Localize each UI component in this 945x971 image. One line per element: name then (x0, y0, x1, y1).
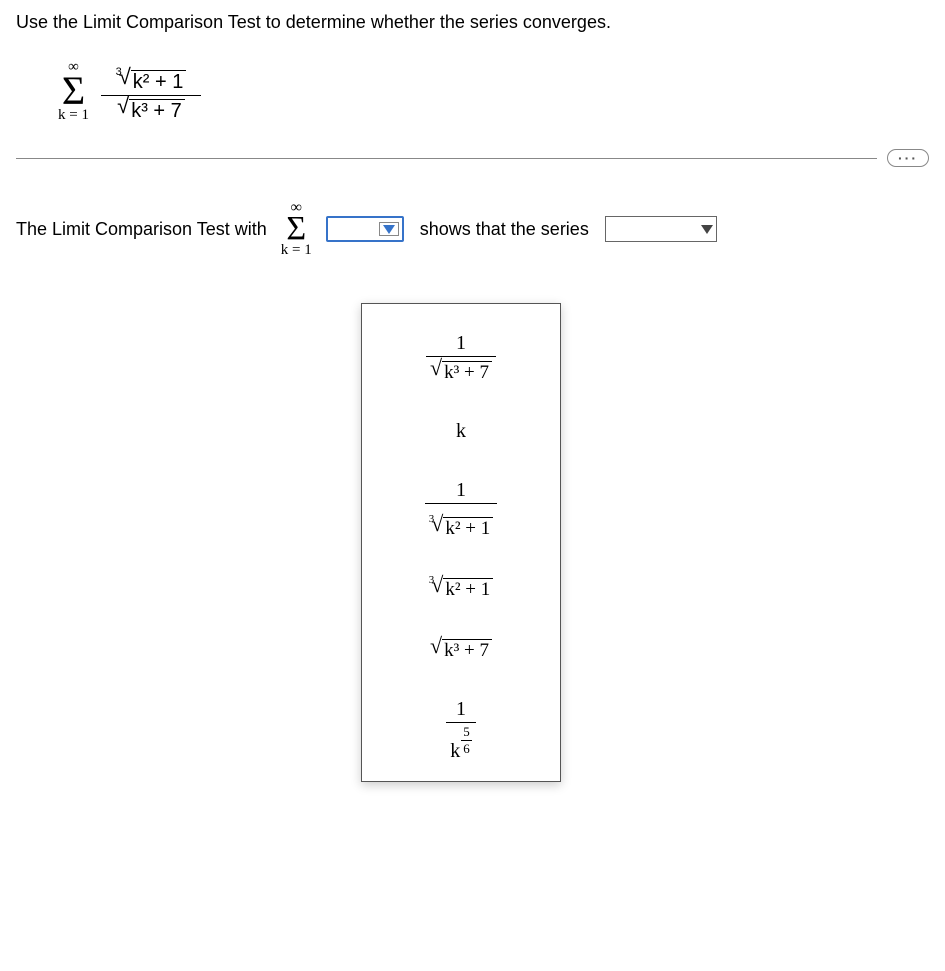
option-cbrt-k2plus1[interactable]: 3√k² + 1 (429, 576, 494, 601)
answer-prefix: The Limit Comparison Test with (16, 219, 267, 240)
option-sqrt-k3plus7[interactable]: √k³ + 7 (430, 637, 492, 662)
series-term: 3√k² + 1 √k³ + 7 (101, 59, 201, 123)
numerator-cube-root: 3√k² + 1 (116, 68, 187, 94)
comparison-series-select[interactable] (326, 216, 404, 242)
section-divider: ··· (16, 149, 929, 167)
given-series: ∞ Σ k = 1 3√k² + 1 √k³ + 7 (16, 51, 929, 149)
question-text: Use the Limit Comparison Test to determi… (16, 12, 929, 33)
dropdown-toggle-icon[interactable] (379, 222, 399, 236)
option-1-over-k-to-5over6[interactable]: 1 k 5 6 (446, 698, 476, 763)
answer-sentence: The Limit Comparison Test with ∞ Σ k = 1… (16, 201, 929, 257)
sigma-notation: ∞ Σ k = 1 (58, 60, 89, 122)
comparison-series-options: 1 √k³ + 7 k 1 3√k² + 1 3√k² + 1 √k³ + 7 … (361, 303, 561, 782)
answer-sigma: ∞ Σ k = 1 (281, 201, 312, 257)
more-dots-icon[interactable]: ··· (887, 149, 929, 167)
option-1-over-sqrt-k3plus7[interactable]: 1 √k³ + 7 (426, 332, 496, 384)
denominator-sqrt: √k³ + 7 (117, 97, 185, 123)
option-1-over-cbrt-k2plus1[interactable]: 1 3√k² + 1 (425, 479, 498, 540)
convergence-result-select[interactable] (605, 216, 717, 242)
answer-middle: shows that the series (420, 219, 589, 240)
option-k[interactable]: k (456, 420, 466, 443)
chevron-down-icon (701, 225, 713, 234)
